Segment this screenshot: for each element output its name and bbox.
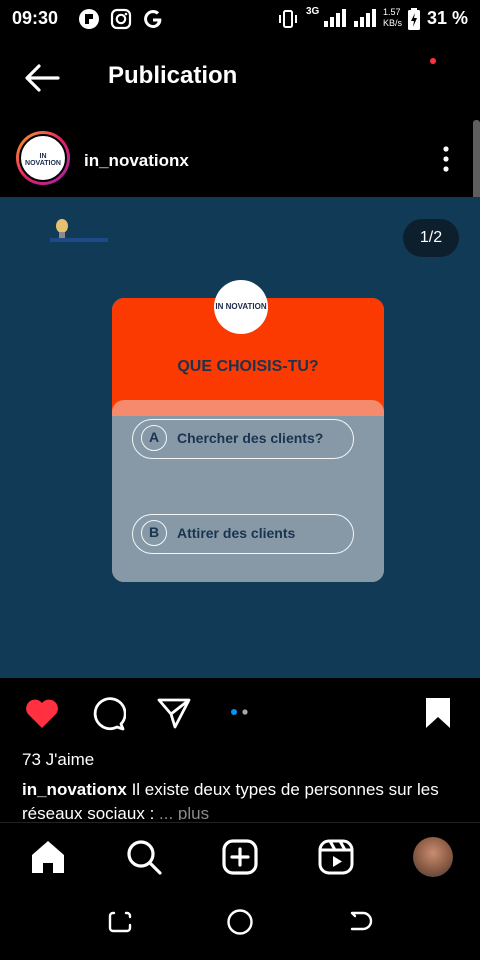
bookmark-filled-icon[interactable] bbox=[424, 696, 452, 730]
status-bar: 09:30 3G 1.57 KB/s 31 % bbox=[0, 0, 480, 36]
heart-filled-icon[interactable] bbox=[24, 698, 60, 730]
paper-plane-icon[interactable] bbox=[156, 696, 192, 730]
three-dots-vertical-icon[interactable] bbox=[438, 144, 454, 174]
back-button-icon[interactable] bbox=[346, 908, 374, 936]
network-speed-unit: KB/s bbox=[383, 18, 403, 28]
quiz-option-b: B Attirer des clients bbox=[132, 514, 354, 554]
vibrate-icon bbox=[279, 10, 297, 28]
app-notification-icon bbox=[79, 9, 99, 29]
post-username[interactable]: in_novationx bbox=[84, 151, 189, 171]
battery-level: 31 % bbox=[426, 8, 468, 28]
like-count[interactable]: 73 J'aime bbox=[22, 750, 94, 770]
network-speed-value: 1.57 bbox=[383, 7, 401, 17]
network-type: 3G bbox=[306, 6, 320, 17]
quiz-divider bbox=[112, 400, 384, 416]
post-caption: in_novationx Il existe deux types de per… bbox=[22, 778, 462, 820]
search-icon[interactable] bbox=[124, 837, 164, 877]
home-icon[interactable] bbox=[28, 837, 68, 877]
post-actions bbox=[0, 690, 480, 738]
reels-icon[interactable] bbox=[316, 837, 356, 877]
signal-strength-icon bbox=[324, 9, 346, 27]
brand-watermark-logo bbox=[50, 219, 108, 242]
caption-more-link[interactable]: ... plus bbox=[159, 804, 209, 820]
post-header: IN NOVATION in_novationx bbox=[0, 128, 480, 194]
recent-apps-icon[interactable] bbox=[106, 908, 134, 936]
signal-strength-2-icon bbox=[354, 9, 376, 27]
avatar-logo-text: IN NOVATION bbox=[25, 153, 61, 167]
quiz-logo: IN NOVATION bbox=[214, 280, 268, 334]
carousel-page-indicator: 1/2 bbox=[403, 219, 459, 257]
home-button-icon[interactable] bbox=[226, 908, 254, 936]
account-avatar-image: IN NOVATION bbox=[19, 134, 67, 182]
plus-square-icon[interactable] bbox=[220, 837, 260, 877]
account-avatar[interactable]: IN NOVATION bbox=[16, 131, 70, 185]
option-text: Chercher des clients? bbox=[177, 430, 324, 446]
option-letter: A bbox=[141, 425, 167, 451]
page-title: Publication bbox=[108, 62, 238, 89]
status-time: 09:30 bbox=[12, 8, 59, 28]
carousel-dots bbox=[231, 709, 248, 715]
quiz-card: QUE CHOISIS-TU? A Chercher des clients? … bbox=[112, 298, 384, 582]
comment-bubble-icon[interactable] bbox=[90, 696, 126, 732]
google-notification-icon bbox=[144, 10, 162, 28]
arrow-left-icon[interactable] bbox=[22, 62, 62, 94]
option-text: Attirer des clients bbox=[177, 525, 296, 541]
quiz-logo-text: IN NOVATION bbox=[215, 302, 267, 311]
post-image[interactable]: 1/2 QUE CHOISIS-TU? A Chercher des clien… bbox=[0, 197, 480, 678]
option-letter: B bbox=[141, 520, 167, 546]
system-navigation-bar bbox=[0, 896, 480, 960]
battery-icon bbox=[408, 8, 420, 30]
bottom-navigation bbox=[0, 822, 480, 891]
profile-avatar[interactable] bbox=[413, 837, 453, 877]
quiz-question: QUE CHOISIS-TU? bbox=[177, 358, 319, 375]
page-header: Publication bbox=[0, 48, 480, 108]
quiz-option-a: A Chercher des clients? bbox=[132, 419, 354, 459]
instagram-notification-icon bbox=[110, 8, 132, 30]
caption-username[interactable]: in_novationx bbox=[22, 780, 127, 799]
profile-notification-dot bbox=[430, 58, 436, 64]
